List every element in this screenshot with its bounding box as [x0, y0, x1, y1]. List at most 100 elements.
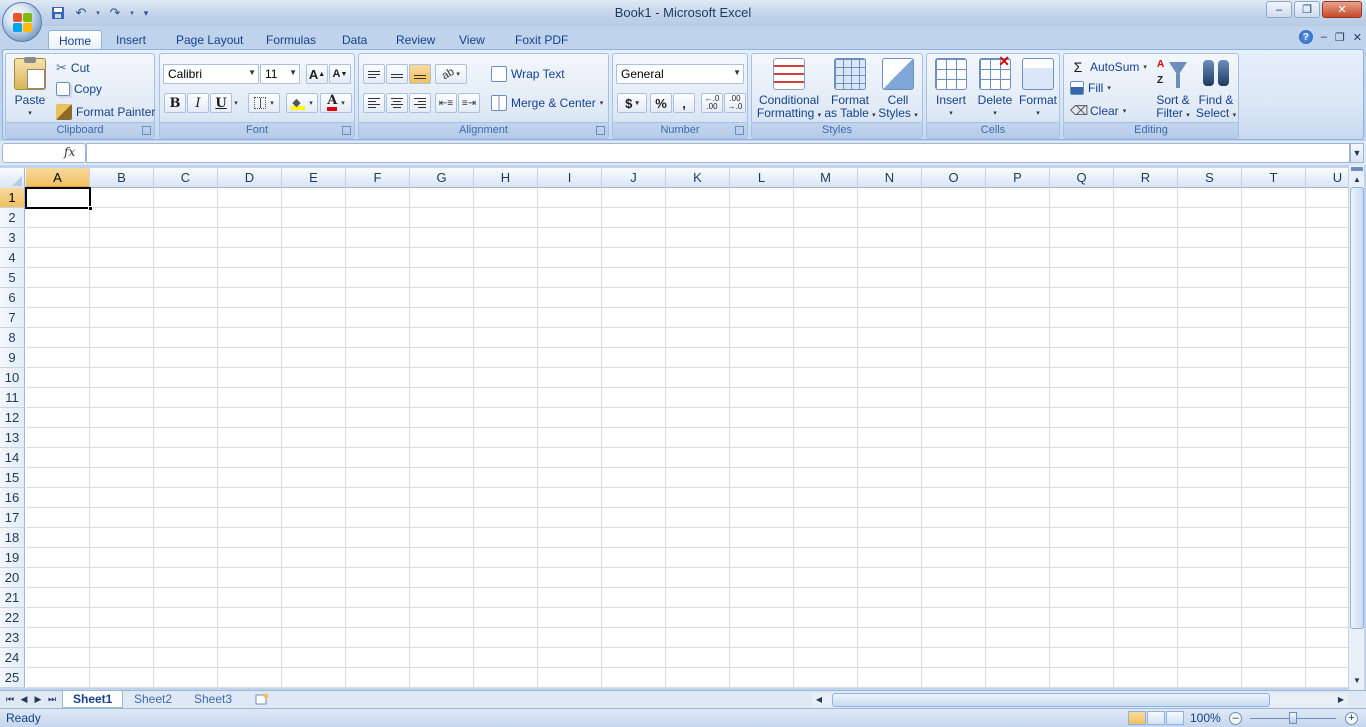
- orientation-dropdown-icon[interactable]: ▾: [456, 70, 460, 78]
- worksheet-grid[interactable]: ABCDEFGHIJKLMNOPQRSTU 1 2 3 4 5 6 7 8 9 10 11 12 13 1…: [0, 168, 1348, 688]
- column-header-f[interactable]: F: [346, 168, 410, 188]
- row-header-12[interactable]: 12: [0, 408, 25, 428]
- column-header-e[interactable]: E: [282, 168, 346, 188]
- shrink-font-icon[interactable]: A ▼: [329, 64, 351, 84]
- column-header-m[interactable]: M: [794, 168, 858, 188]
- zoom-level[interactable]: 100%: [1190, 711, 1221, 725]
- currency-dropdown-icon[interactable]: ▾: [635, 99, 639, 107]
- tab-view[interactable]: View: [449, 30, 495, 51]
- row-header-8[interactable]: 8: [0, 328, 25, 348]
- row-header-6[interactable]: 6: [0, 288, 25, 308]
- align-top-icon[interactable]: [363, 64, 385, 84]
- number-format-combo[interactable]: General ▼: [616, 64, 744, 84]
- row-header-15[interactable]: 15: [0, 468, 25, 488]
- close-icon[interactable]: ✕: [1322, 1, 1362, 18]
- column-header-p[interactable]: P: [986, 168, 1050, 188]
- zoom-in-icon[interactable]: +: [1345, 712, 1358, 725]
- formula-input[interactable]: [86, 143, 1350, 163]
- font-color-button[interactable]: A ▾: [320, 93, 352, 113]
- column-header-s[interactable]: S: [1178, 168, 1242, 188]
- page-layout-view-icon[interactable]: [1147, 711, 1165, 725]
- copy-button[interactable]: Copy: [56, 82, 102, 96]
- page-break-preview-icon[interactable]: [1166, 711, 1184, 725]
- column-header-c[interactable]: C: [154, 168, 218, 188]
- undo-icon[interactable]: ↶: [71, 4, 91, 22]
- vertical-scroll-thumb[interactable]: [1350, 187, 1364, 629]
- horizontal-scrollbar[interactable]: ◀ ▶: [812, 693, 1348, 707]
- customize-qat-icon[interactable]: ▾: [139, 4, 153, 22]
- row-header-7[interactable]: 7: [0, 308, 25, 328]
- format-as-table-button[interactable]: Format as Table ▾: [824, 58, 876, 122]
- column-header-u[interactable]: U: [1306, 168, 1348, 188]
- redo-icon[interactable]: ↷: [105, 4, 125, 22]
- select-all-button[interactable]: [0, 168, 25, 188]
- align-left-icon[interactable]: [363, 93, 385, 113]
- vertical-scrollbar[interactable]: ▲ ▼: [1348, 165, 1364, 690]
- row-header-21[interactable]: 21: [0, 588, 25, 608]
- decrease-decimal-icon[interactable]: .00 →.0: [724, 93, 746, 113]
- scroll-down-icon[interactable]: ▼: [1350, 674, 1364, 688]
- column-header-k[interactable]: K: [666, 168, 730, 188]
- clear-dropdown-icon[interactable]: ▾: [1123, 107, 1127, 115]
- first-sheet-icon[interactable]: ⏮: [4, 693, 16, 706]
- font-name-combo[interactable]: Calibri ▼: [163, 64, 259, 84]
- currency-button[interactable]: $ ▾: [617, 93, 647, 113]
- number-format-dropdown-icon[interactable]: ▼: [733, 68, 741, 77]
- row-header-5[interactable]: 5: [0, 268, 25, 288]
- scroll-left-icon[interactable]: ◀: [812, 693, 826, 707]
- clipboard-launcher-icon[interactable]: [142, 126, 151, 135]
- row-header-17[interactable]: 17: [0, 508, 25, 528]
- delete-cells-button[interactable]: ✕ Delete ▾: [973, 54, 1017, 120]
- comma-button[interactable]: ,: [673, 93, 695, 113]
- minimize-workbook-icon[interactable]: –: [1321, 31, 1327, 43]
- merge-center-dropdown-icon[interactable]: ▾: [600, 99, 604, 107]
- zoom-slider-thumb[interactable]: [1289, 712, 1297, 724]
- prev-sheet-icon[interactable]: ◀: [18, 693, 30, 706]
- row-header-2[interactable]: 2: [0, 208, 25, 228]
- fill-color-button[interactable]: ◆ ▾: [286, 93, 318, 113]
- font-name-dropdown-icon[interactable]: ▼: [248, 68, 256, 77]
- conditional-formatting-button[interactable]: Conditional Formatting ▾: [754, 58, 824, 122]
- underline-dropdown-icon[interactable]: ▾: [231, 93, 241, 113]
- number-launcher-icon[interactable]: [735, 126, 744, 135]
- column-header-h[interactable]: H: [474, 168, 538, 188]
- alignment-launcher-icon[interactable]: [596, 126, 605, 135]
- row-header-22[interactable]: 22: [0, 608, 25, 628]
- align-right-icon[interactable]: [409, 93, 431, 113]
- row-header-9[interactable]: 9: [0, 348, 25, 368]
- row-header-10[interactable]: 10: [0, 368, 25, 388]
- tab-formulas[interactable]: Formulas: [256, 30, 326, 51]
- column-header-b[interactable]: B: [90, 168, 154, 188]
- horizontal-scroll-thumb[interactable]: [832, 693, 1270, 707]
- column-header-q[interactable]: Q: [1050, 168, 1114, 188]
- zoom-out-icon[interactable]: –: [1229, 712, 1242, 725]
- align-center-icon[interactable]: [386, 93, 408, 113]
- scroll-right-icon[interactable]: ▶: [1334, 693, 1348, 707]
- row-header-25[interactable]: 25: [0, 668, 25, 688]
- fill-handle[interactable]: [88, 206, 93, 211]
- cells-area[interactable]: [26, 188, 1348, 688]
- column-header-a[interactable]: A: [26, 168, 90, 188]
- italic-button[interactable]: I: [187, 93, 209, 113]
- help-icon[interactable]: ?: [1298, 30, 1313, 44]
- row-header-4[interactable]: 4: [0, 248, 25, 268]
- grow-font-icon[interactable]: A ▲: [306, 64, 328, 84]
- undo-dropdown-icon[interactable]: ▾: [94, 4, 102, 22]
- column-header-i[interactable]: I: [538, 168, 602, 188]
- tab-page-layout[interactable]: Page Layout: [166, 30, 253, 51]
- underline-button[interactable]: U: [210, 93, 232, 113]
- redo-dropdown-icon[interactable]: ▾: [128, 4, 136, 22]
- sheet-tab-sheet3[interactable]: Sheet3: [184, 691, 242, 708]
- clear-button[interactable]: ⌫ Clear ▾: [1070, 103, 1126, 119]
- tab-foxit-pdf[interactable]: Foxit PDF: [505, 30, 578, 51]
- fill-button[interactable]: Fill ▾: [1070, 81, 1111, 95]
- autosum-button[interactable]: Σ AutoSum ▾: [1070, 59, 1147, 75]
- column-header-n[interactable]: N: [858, 168, 922, 188]
- font-launcher-icon[interactable]: [342, 126, 351, 135]
- vertical-split-handle[interactable]: [1351, 167, 1363, 171]
- format-cells-button[interactable]: Format ▾: [1017, 58, 1059, 120]
- align-bottom-icon[interactable]: [409, 64, 431, 84]
- autosum-dropdown-icon[interactable]: ▾: [1143, 63, 1147, 71]
- wrap-text-button[interactable]: Wrap Text: [491, 66, 565, 82]
- orientation-button[interactable]: ab ▾: [435, 64, 467, 84]
